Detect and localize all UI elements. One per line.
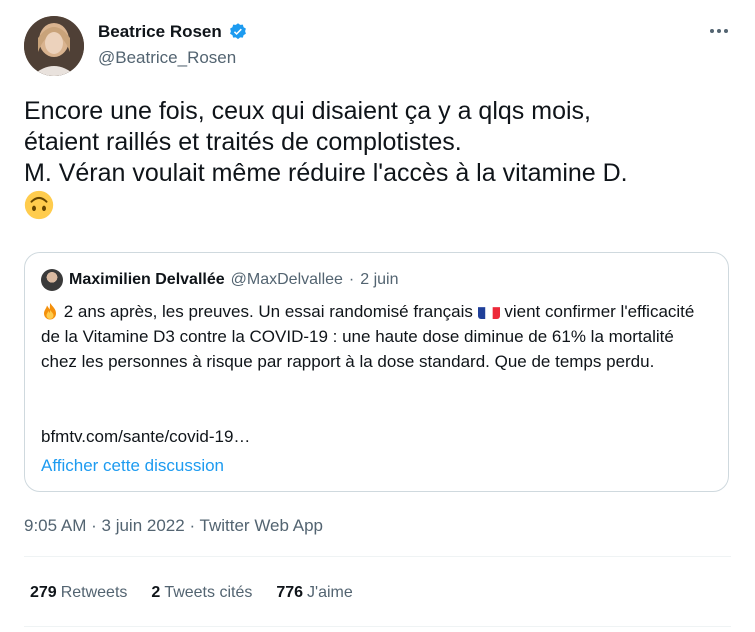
avatar[interactable] (24, 16, 84, 76)
divider (24, 626, 731, 627)
tweet-text: Encore une fois, ceux qui disaient ça y … (24, 96, 729, 220)
likes-label: J'aime (307, 584, 353, 601)
retweets-stat[interactable]: 279 Retweets (30, 584, 127, 602)
retweets-label: Retweets (60, 584, 128, 601)
tweet-text-content: Encore une fois, ceux qui disaient ça y … (24, 97, 628, 187)
tweet-stats: 279 Retweets 2 Tweets cités 776 J'aime (30, 584, 353, 602)
fire-icon (44, 303, 56, 320)
more-options-icon[interactable] (707, 24, 731, 38)
avatar-image (24, 16, 84, 76)
quoted-avatar[interactable] (41, 269, 63, 291)
france-flag-icon (477, 304, 500, 319)
tweet-date[interactable]: 3 juin 2022 (102, 516, 185, 535)
tweet-source-app[interactable]: Twitter Web App (200, 516, 323, 535)
quoted-author-handle[interactable]: @MaxDelvallee (231, 271, 343, 289)
quoted-author-name[interactable]: Maximilien Delvallée (69, 271, 225, 289)
quoted-tweet-text: 2 ans après, les preuves. Un essai rando… (41, 299, 713, 374)
quoted-tweet[interactable]: Maximilien Delvallée @MaxDelvallee · 2 j… (24, 252, 729, 492)
meta-separator-1: · (91, 516, 97, 535)
upside-down-face-icon (24, 191, 54, 220)
divider (24, 556, 731, 557)
retweets-count: 279 (30, 584, 57, 601)
quoted-tweet-header: Maximilien Delvallée @MaxDelvallee · 2 j… (41, 269, 399, 291)
likes-stat[interactable]: 776 J'aime (276, 584, 352, 602)
quoted-text-part1: 2 ans après, les preuves. Un essai rando… (63, 302, 473, 321)
verified-badge-icon (229, 23, 246, 40)
author-name-row: Beatrice Rosen (98, 22, 248, 42)
tweet-time[interactable]: 9:05 AM (24, 516, 86, 535)
author-name[interactable]: Beatrice Rosen (98, 22, 222, 42)
likes-count: 776 (276, 584, 304, 601)
quoted-date[interactable]: 2 juin (360, 271, 398, 289)
quotes-label: Tweets cités (164, 584, 253, 601)
quoted-separator: · (348, 271, 355, 288)
quotes-count: 2 (151, 584, 161, 601)
quote-tweets-stat[interactable]: 2 Tweets cités (151, 584, 252, 602)
meta-separator-2: · (189, 516, 196, 535)
tweet-meta: 9:05 AM · 3 juin 2022 · Twitter Web App (24, 516, 323, 536)
tweet-card: Beatrice Rosen @Beatrice_Rosen Encore un… (0, 0, 755, 632)
author-handle[interactable]: @Beatrice_Rosen (98, 48, 236, 68)
show-thread-link[interactable]: Afficher cette discussion (41, 456, 224, 476)
quoted-link[interactable]: bfmtv.com/sante/covid-19… (41, 427, 250, 447)
